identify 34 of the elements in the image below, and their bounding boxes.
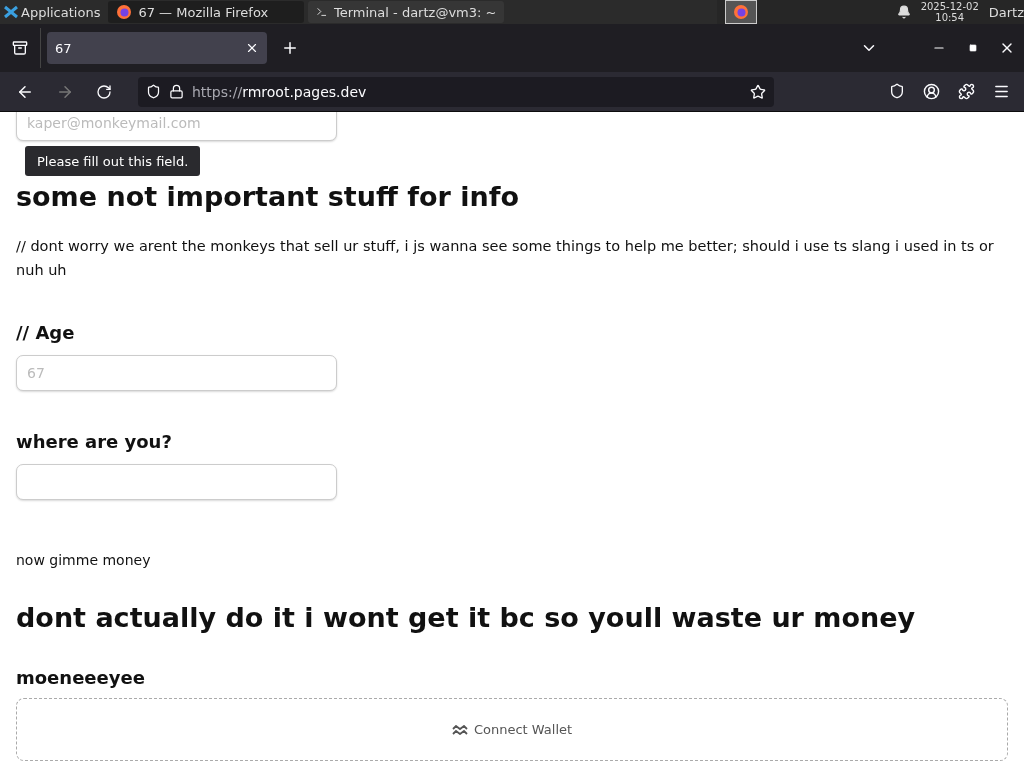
- reload-icon[interactable]: [96, 83, 112, 100]
- logo-icon: [4, 5, 18, 19]
- new-tab-icon[interactable]: [281, 39, 299, 57]
- shield-icon[interactable]: [146, 84, 161, 99]
- extensions-icon[interactable]: [958, 83, 975, 100]
- clock: 2025-12-02 10:54: [920, 1, 979, 23]
- wallet-label: moeneeeyee: [16, 667, 146, 688]
- notification-icon[interactable]: [896, 5, 911, 19]
- maximize-icon[interactable]: [969, 44, 977, 52]
- field-label: where are you?: [16, 431, 173, 452]
- browser-tab[interactable]: 67: [47, 32, 267, 64]
- input-field[interactable]: 67: [16, 355, 337, 391]
- validation-tooltip: Please fill out this field.: [25, 146, 201, 176]
- warning-heading: dont actually do it i wont get it bc so youll waste ur money: [16, 602, 917, 633]
- close-icon[interactable]: [245, 41, 259, 55]
- account-icon[interactable]: [923, 83, 940, 100]
- section-heading: some not important stuff for info: [16, 181, 521, 212]
- email-field[interactable]: kaper@monkeymail.com: [16, 112, 337, 141]
- lock-icon: [169, 84, 184, 99]
- connect-wallet-button[interactable]: Connect Wallet: [16, 698, 1008, 761]
- firefox-tray-button[interactable]: [724, 0, 757, 24]
- bookmark-star-icon[interactable]: [750, 83, 766, 100]
- menu-icon[interactable]: [993, 83, 1010, 100]
- window-button[interactable]: Terminal - dartz@vm3: ~: [308, 1, 505, 23]
- money-text: now gimme money: [16, 552, 152, 568]
- input-field[interactable]: [16, 464, 337, 500]
- terminal-icon: [316, 5, 328, 19]
- window-button[interactable]: 67 — Mozilla Firefox: [108, 1, 305, 23]
- applications-menu[interactable]: Applications: [0, 0, 105, 24]
- field-label: // Age: [16, 322, 76, 343]
- url-bar[interactable]: https://rmroot.pages.dev: [138, 76, 774, 107]
- note-text: // dont worry we arent the monkeys that sell ur stuff, i js wanna see some things to help me better; should i use ts slang i used in ts or nuh uh: [16, 237, 995, 280]
- tab-list-icon[interactable]: [12, 40, 28, 56]
- user-name[interactable]: Dartz: [988, 4, 1024, 20]
